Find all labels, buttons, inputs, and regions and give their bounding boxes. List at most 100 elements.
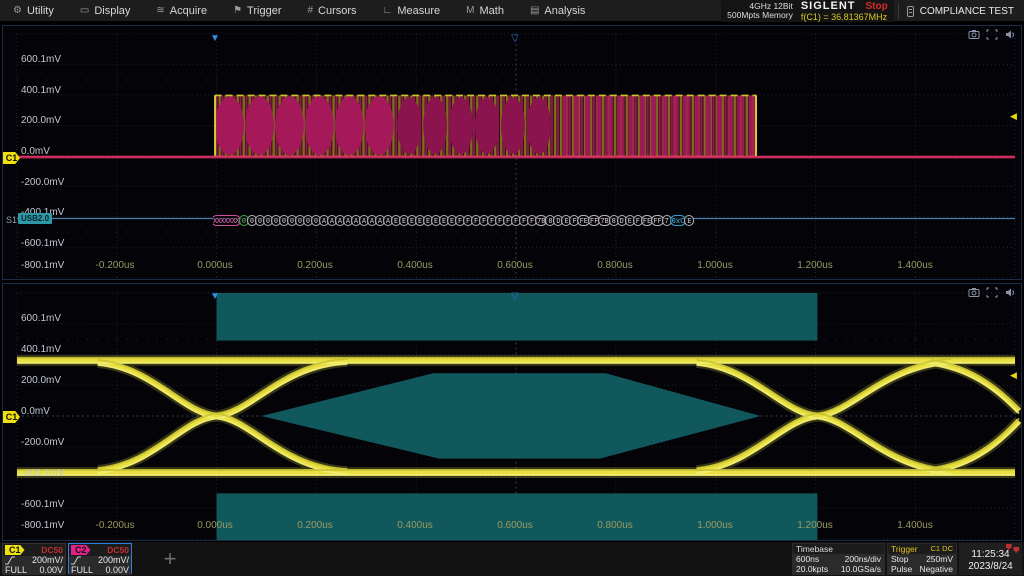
trigger-level-marker[interactable]: ◀ [1010,371,1017,380]
trigger-type: Pulse [891,564,912,574]
channel-values: 200mV/FULL0.00V [69,556,131,575]
sound-icon[interactable] [1004,287,1016,298]
trigger-position-marker[interactable]: ▼ [210,34,220,44]
frequency-counter: f(C1) = 36.81367MHz [801,12,888,22]
compliance-test-button[interactable]: COMPLIANCE TEST [903,6,1024,17]
analysis-icon: ▤ [530,5,539,16]
menu-item-label: Analysis [544,5,585,17]
sound-icon[interactable] [1004,29,1016,40]
decode-source-label: S1 [6,215,17,225]
y-axis-label: 0.0mV [21,146,50,157]
eye-diagram-plot[interactable]: 600.1mV 400.1mV 200.0mV 0.0mV -200.0mV -400.1… [2,283,1022,541]
waveform-plot[interactable]: 600.1mV400.1mV200.0mV0.0mV-200.0mV-400.1… [2,25,1022,280]
decode-token: XXXXXXX [213,215,241,226]
x-axis-label: 0.200us [285,260,345,271]
waveform-canvas [3,26,1021,279]
trigger-position-marker[interactable]: ▼ [210,292,220,302]
y-axis-label: -400.1mV [21,468,64,479]
x-axis-label: 0.400us [385,520,445,531]
menu-item-cursors[interactable]: #Cursors [294,0,369,22]
channel-box-c1[interactable]: C1DC50200mV/FULL0.00V [2,543,66,574]
delay-reference-marker[interactable]: ▽ [511,292,519,302]
channel-offset-row: FULL0.00V [5,566,63,576]
decode-bus-badge[interactable]: USB2.0 [18,213,52,224]
compliance-icon [907,6,914,17]
menu-item-label: Display [94,5,130,17]
eye-mask-regions [217,293,818,540]
y-axis-label: 600.1mV [21,313,61,324]
acquisition-state[interactable]: Stop [866,1,888,12]
menu-item-trigger[interactable]: ⚑ Trigger [220,0,294,22]
utility-icon: ⚙ [13,5,22,16]
x-axis-label: 0.400us [385,260,445,271]
brand-block: SIGLENT Stop f(C1) = 36.81367MHz [799,0,894,22]
y-axis-label: -800.1mV [21,520,64,531]
menu-item-analysis[interactable]: ▤ Analysis [517,0,598,22]
y-axis-label: 0.0mV [21,406,50,417]
y-axis-label: 200.0mV [21,375,61,386]
menu-bar: ⚙ Utility ▭ Display ≋ Acquire ⚑ Trigger #Cursors… [0,0,1024,22]
trigger-title: Trigger [891,544,918,554]
trigger-level-marker[interactable]: ◀ [1010,112,1017,121]
expand-icon[interactable] [986,287,998,298]
status-bar: C1DC50200mV/FULL0.00VC2DC50200mV/FULL0.0… [0,542,1024,576]
display-icon: ▭ [80,5,89,16]
eye-diagram-canvas [3,284,1021,540]
camera-icon[interactable] [968,287,980,298]
x-axis-label: 0.800us [585,520,645,531]
menu-item-label: Math [480,5,504,17]
y-axis-label: 400.1mV [21,344,61,355]
delay-reference-marker[interactable]: ▽ [511,34,519,44]
camera-icon[interactable] [968,29,980,40]
decode-token: E [684,215,694,226]
add-channel-button[interactable]: + [150,543,190,574]
y-axis-label: -600.1mV [21,499,64,510]
trigger-source: C1 DC [930,544,953,554]
lan-icon [1006,544,1020,553]
channel-box-c2[interactable]: C2DC50200mV/FULL0.00V [68,543,132,574]
menu-item-label: Utility [27,5,54,17]
menu-item-label: Trigger [247,5,281,17]
y-axis-label: 600.1mV [21,54,61,65]
channel-name-badge: C1 [5,545,25,555]
x-axis-label: -0.200us [85,520,145,531]
trigger-box[interactable]: Trigger C1 DC Stop 250mV Pulse Negative [887,543,957,575]
menu-item-math[interactable]: MMath [453,0,517,22]
x-axis-label: -0.200us [85,260,145,271]
trigger-icon: ⚑ [233,5,242,16]
x-axis-label: 1.200us [785,260,845,271]
y-axis-label: 400.1mV [21,85,61,96]
x-axis-label: 1.400us [885,260,945,271]
y-axis-label: -600.1mV [21,238,64,249]
datetime-box[interactable]: 11:25:34 2023/8/24 [959,543,1022,575]
menu-item-label: Acquire [170,5,207,17]
channel-header: C1DC50 [3,544,65,555]
clock-date: 2023/8/24 [959,561,1022,573]
timebase-title: Timebase [796,544,833,554]
channel-header: C2DC50 [69,544,131,555]
x-axis-label: 1.000us [685,260,745,271]
menu-item-measure[interactable]: ∟Measure [370,0,454,22]
menu-item-acquire[interactable]: ≋ Acquire [143,0,220,22]
measure-icon: ∟ [383,5,393,16]
trigger-state: Stop [891,554,909,564]
decode-token-row: XXXXXXX0000000000AAAAAAAAAEEEEEEEEFFFFFF… [213,214,765,227]
expand-icon[interactable] [986,29,998,40]
channel-offset: 0.00V [39,566,63,576]
timebase-box[interactable]: Timebase 600ns 200ns/div 20.0kpts 10.0GS… [792,543,885,575]
header-divider [898,3,899,19]
x-axis-label: 0.000us [185,260,245,271]
x-axis-label: 0.000us [185,520,245,531]
menu-item-label: Cursors [318,5,357,17]
acquire-icon: ≋ [156,5,164,16]
y-axis-label: -200.0mV [21,437,64,448]
menu-item-utility[interactable]: ⚙ Utility [0,0,67,22]
header-right: 4GHz 12Bit 500Mpts Memory SIGLENT Stop f… [721,0,1024,22]
x-axis-label: 0.600us [485,520,545,531]
plot2-corner-icons [968,287,1016,298]
compliance-label: COMPLIANCE TEST [920,6,1014,17]
x-axis-label: 1.200us [785,520,845,531]
offset-slope-icon [5,556,15,565]
menu-item-display[interactable]: ▭ Display [67,0,144,22]
y-axis-label: 200.0mV [21,115,61,126]
